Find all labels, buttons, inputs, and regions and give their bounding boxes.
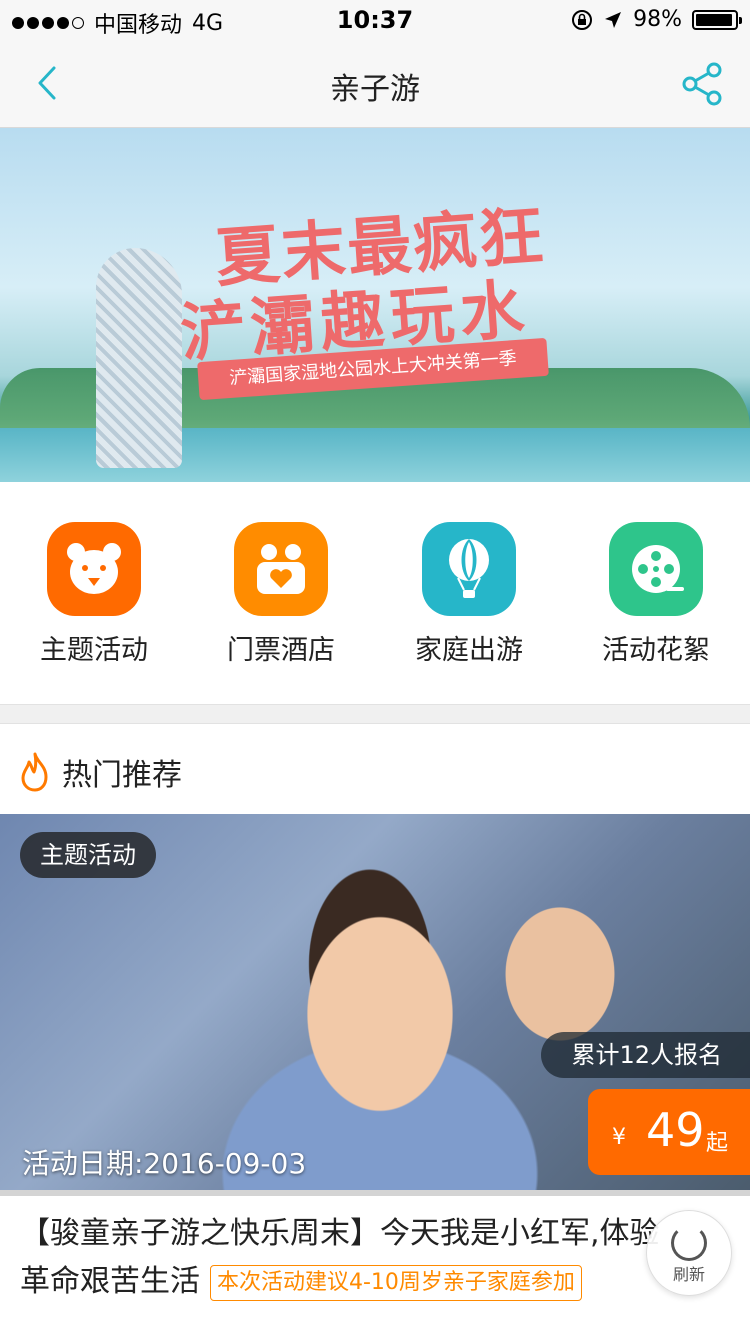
refresh-label: 刷新 [672, 1265, 705, 1284]
navigation-bar: 亲子游 [0, 40, 750, 128]
section-title: 热门推荐 [62, 758, 182, 793]
age-advice-tag: 本次活动建议4-10周岁亲子家庭参加 [210, 1264, 582, 1301]
card-divider [0, 1190, 750, 1196]
battery-percent: 98% [633, 7, 682, 32]
enrolled-count-badge: 累计12人报名 [541, 1032, 750, 1078]
film-reel-icon [609, 522, 703, 616]
category-label: 门票酒店 [227, 635, 335, 666]
category-label: 主题活动 [40, 635, 148, 666]
refresh-button[interactable]: 刷新 [646, 1210, 732, 1296]
activity-date: 活动日期:2016-09-03 [22, 1147, 307, 1180]
share-icon[interactable] [678, 60, 726, 108]
battery-icon [692, 9, 742, 30]
currency-symbol: ¥ [612, 1125, 626, 1150]
banner-tower [96, 248, 182, 468]
activity-title[interactable]: 【骏童亲子游之快乐周末】今天我是小红军,体验革命艰苦生活 本次活动建议4-10周岁… [20, 1210, 660, 1306]
status-right: 98% [571, 7, 742, 32]
flame-icon [21, 752, 48, 792]
price-value: 49 [646, 1103, 705, 1157]
rotation-lock-icon [572, 9, 593, 30]
category-family-trip[interactable]: 家庭出游 [399, 522, 539, 667]
category-theme-activity[interactable]: 主题活动 [24, 522, 164, 667]
category-label: 活动花絮 [602, 635, 710, 666]
bear-icon [47, 522, 141, 616]
page-title: 亲子游 [330, 72, 420, 107]
status-bar: 中国移动 4G 10:37 98% [0, 0, 750, 40]
theme-tag: 主题活动 [20, 832, 156, 878]
price-badge: ¥ 49 起 [588, 1089, 750, 1175]
hot-air-balloon-icon [422, 522, 516, 616]
hot-recommend-header: 热门推荐 [0, 724, 750, 814]
refresh-icon [671, 1225, 707, 1261]
category-label: 家庭出游 [415, 635, 523, 666]
location-icon [605, 11, 622, 28]
category-grid: 主题活动 门票酒店 家庭出游 活动花絮 [0, 482, 750, 704]
category-highlights[interactable]: 活动花絮 [586, 522, 726, 667]
price-suffix: 起 [706, 1131, 729, 1156]
section-divider [0, 704, 750, 724]
category-tickets-hotels[interactable]: 门票酒店 [211, 522, 351, 667]
family-heart-icon [234, 522, 328, 616]
